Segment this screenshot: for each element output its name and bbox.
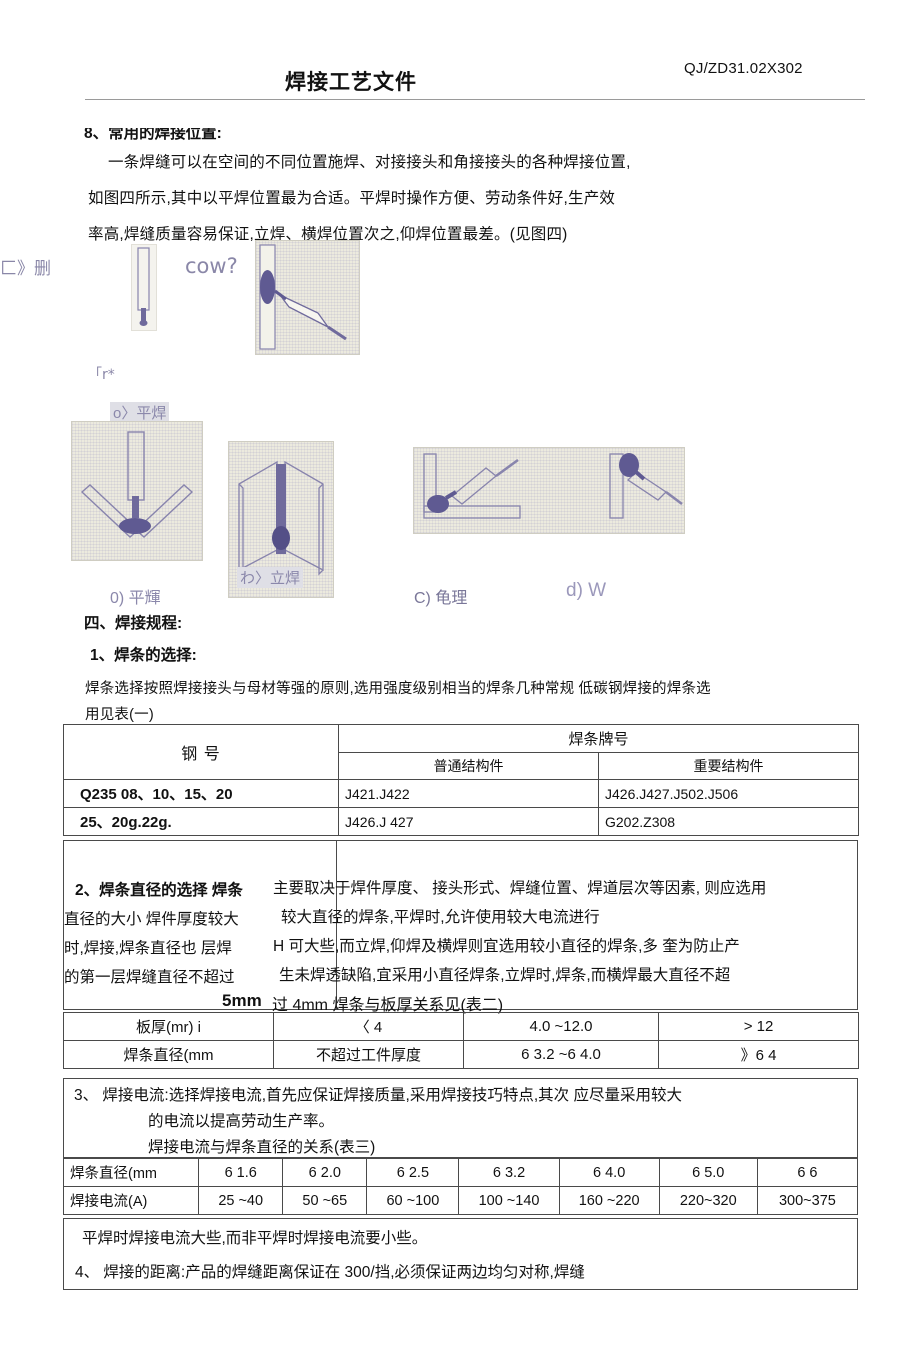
figure-b-drawing [259,244,347,350]
table3-row-header-current: 焊接电流(A) [62,1186,200,1215]
table2-diameter-value: 》6 4 [658,1040,859,1069]
table3-current-value: 25 ~40 [198,1186,284,1215]
table-row: 25、20g.22g. J426.J 427 G202.Z308 [63,807,860,836]
scan-artifact-left: 匚》删 [0,259,51,279]
figure-a-drawing [137,247,150,326]
section-2-right-line-2: 较大直径的焊条,平焊时,允许使用较大电流进行 [281,909,600,926]
figure-c-drawing [80,431,194,538]
table3-diameter-value: 6 2.5 [366,1158,460,1187]
table3-current-value: 60 ~100 [366,1186,460,1215]
table3-diameter-value: 6 6 [756,1158,859,1187]
section-3-line-2: 的电流以提高劳动生产率。 [148,1113,335,1130]
table1-header-row-1: 钢 号 焊条牌号 [63,724,860,780]
figure-caption-f: d) W [566,580,607,601]
table3-row-header-diameter: 焊条直径(mm [62,1158,200,1187]
figure-area: 匚》删 cow? 「r* o〉平焊 0) 平輝 わ〉立焊 C) 龟理 d) W [0,236,920,608]
table3-current-value: 50 ~65 [282,1186,368,1215]
document-page: 焊接工艺文件 QJ/ZD31.02X302 8、常用的焊接位置: 一条焊缝可以在… [0,0,920,1348]
footer-note-1: 平焊时焊接电流大些,而非平焊时焊接电流要小些。 [82,1230,428,1247]
figure-vertical-weld: わ〉立焊 [228,441,334,598]
section-4-1-line-2: 用见表(一) [85,707,154,723]
figure-caption-d: わ〉立焊 [237,567,304,588]
table1-important-electrode: G202.Z308 [597,807,860,836]
table3-current-value: 300~375 [756,1186,859,1215]
table2-thickness-value: > 12 [658,1012,859,1041]
intro-line-1: 一条焊缝可以在空间的不同位置施焊、对接接头和角接接头的各种焊接位置, [108,154,631,171]
scan-artifact-cow: cow? [185,254,238,278]
table3-diameter-value: 6 3.2 [458,1158,560,1187]
table1-group-header: 焊条牌号 [337,724,860,753]
table3-diameter-value: 6 2.0 [282,1158,368,1187]
table2-row-header-diameter: 焊条直径(mm [63,1040,274,1069]
intro-heading: 8、常用的焊接位置: [84,128,222,142]
intro-line-2: 如图四所示,其中以平焊位置最为合适。平焊时操作方便、劳动条件好,生产效 [88,190,616,207]
section-3-table-caption: 焊接电流与焊条直径的关系(表三) [148,1139,376,1156]
section-3-line-1: 3、 焊接电流:选择焊接电流,首先应保证焊接质量,采用焊接技巧特点,其次 应尽量… [74,1087,682,1104]
section-3-clip: 3、 焊接电流:选择焊接电流,首先应保证焊接质量,采用焊接技巧特点,其次 应尽量… [64,1079,857,1157]
figure-flat-weld-b [255,240,360,355]
table-row: 焊条直径(mm 不超过工件厚度 6 3.2 ~6 4.0 》6 4 [63,1040,859,1069]
figure-flat-weld-c [71,421,203,561]
table3-diameter-value: 6 5.0 [658,1158,758,1187]
table2-row-header-thickness: 板厚(mr) i [63,1012,274,1041]
table3-current-value: 220~320 [658,1186,758,1215]
table1-sub-header-important: 重要结构件 [597,752,860,780]
section-4-1-line-1: 焊条选择按照焊接接头与母材等强的原则,选用强度级别相当的焊条几种常规 低碳钢焊接… [85,681,711,697]
figure-caption-a: o〉平焊 [110,402,170,423]
table1-steel-grade: Q235 08、10、15、20 [63,779,339,808]
page-title: 焊接工艺文件 [285,71,417,94]
figure-caption-e: C) 龟理 [414,590,468,607]
table1-important-electrode: J426.J427.J502.J506 [597,779,860,808]
table3-current-value: 160 ~220 [558,1186,660,1215]
section-4-1-heading: 1、焊条的选择: [90,647,197,664]
section-2-right-line-3: H 可大些,而立焊,仰焊及横焊则宜选用较小直径的焊条,多 奎为防止产 [273,938,740,955]
section-2-right-line-4: 生未焊透缺陷,宜采用小直径焊条,立焊时,焊条,而横焊最大直径不超 [279,967,731,984]
table-current-diameter: 焊条直径(mm 6 1.6 6 2.0 6 2.5 6 3.2 6 4.0 6 … [62,1158,859,1215]
table2-thickness-value: 〈 4 [273,1012,464,1041]
figure-flat-weld-a [131,244,157,331]
table1-steel-grade: 25、20g.22g. [63,807,339,836]
table2-diameter-value: 不超过工件厚度 [273,1040,464,1069]
footer-note-2: 4、 焊接的距离:产品的焊缝距离保证在 300/挡,必须保证两边均匀对称,焊缝 [75,1264,585,1281]
section-2-right-clip: 主要取决于焊件厚度、 接头形式、焊缝位置、焊道层次等因素, 则应选用 较大直径的… [273,866,920,1006]
section-2-left-line-1: 2、焊条直径的选择 焊条 [75,882,243,899]
table-row: 焊接电流(A) 25 ~40 50 ~65 60 ~100 100 ~140 1… [62,1186,859,1215]
table1-sub-header-common: 普通结构件 [338,752,599,780]
table1-col1-header: 钢 号 [63,724,339,780]
table1-common-electrode: J426.J 427 [338,807,599,836]
table3-diameter-value: 6 4.0 [558,1158,660,1187]
figure-e-drawing [423,453,683,519]
table2-thickness-value: 4.0 ~12.0 [463,1012,659,1041]
table-row: 板厚(mr) i 〈 4 4.0 ~12.0 > 12 [63,1012,859,1041]
header-divider [85,99,865,100]
document-header: 焊接工艺文件 QJ/ZD31.02X302 [0,0,920,112]
table-thickness-diameter: 板厚(mr) i 〈 4 4.0 ~12.0 > 12 焊条直径(mm 不超过工… [63,1012,859,1069]
table3-diameter-value: 6 1.6 [198,1158,284,1187]
scan-artifact-r: 「r* [88,367,115,383]
figure-caption-c: 0) 平輝 [110,590,161,607]
table1-common-electrode: J421.J422 [338,779,599,808]
section-4-heading: 四、焊接规程: [84,615,183,632]
table3-current-value: 100 ~140 [458,1186,560,1215]
table-row: Q235 08、10、15、20 J421.J422 J426.J427.J50… [63,779,860,808]
figure-horizontal-overhead [413,447,685,534]
section-2-right-line-1: 主要取决于焊件厚度、 接头形式、焊缝位置、焊道层次等因素, 则应选用 [273,880,767,897]
document-code: QJ/ZD31.02X302 [684,60,803,77]
section-2-left-line-2: 直径的大小 焊件厚度较大 [64,911,239,928]
intro-heading-clipped: 8、常用的焊接位置: [84,128,384,142]
table-electrode-selection: 钢 号 焊条牌号 普通结构件 重要结构件 Q235 08、10、15、20 J4… [63,724,860,836]
section-2-left-line-4: 的第一层焊缝直径不超过 [64,969,235,986]
table2-diameter-value: 6 3.2 ~6 4.0 [463,1040,659,1069]
table-row: 焊条直径(mm 6 1.6 6 2.0 6 2.5 6 3.2 6 4.0 6 … [62,1158,859,1187]
section-2-left-line-5: 5mm [222,991,262,1010]
section-2-left-line-3: 时,焊接,焊条直径也 层焊 [64,940,232,957]
